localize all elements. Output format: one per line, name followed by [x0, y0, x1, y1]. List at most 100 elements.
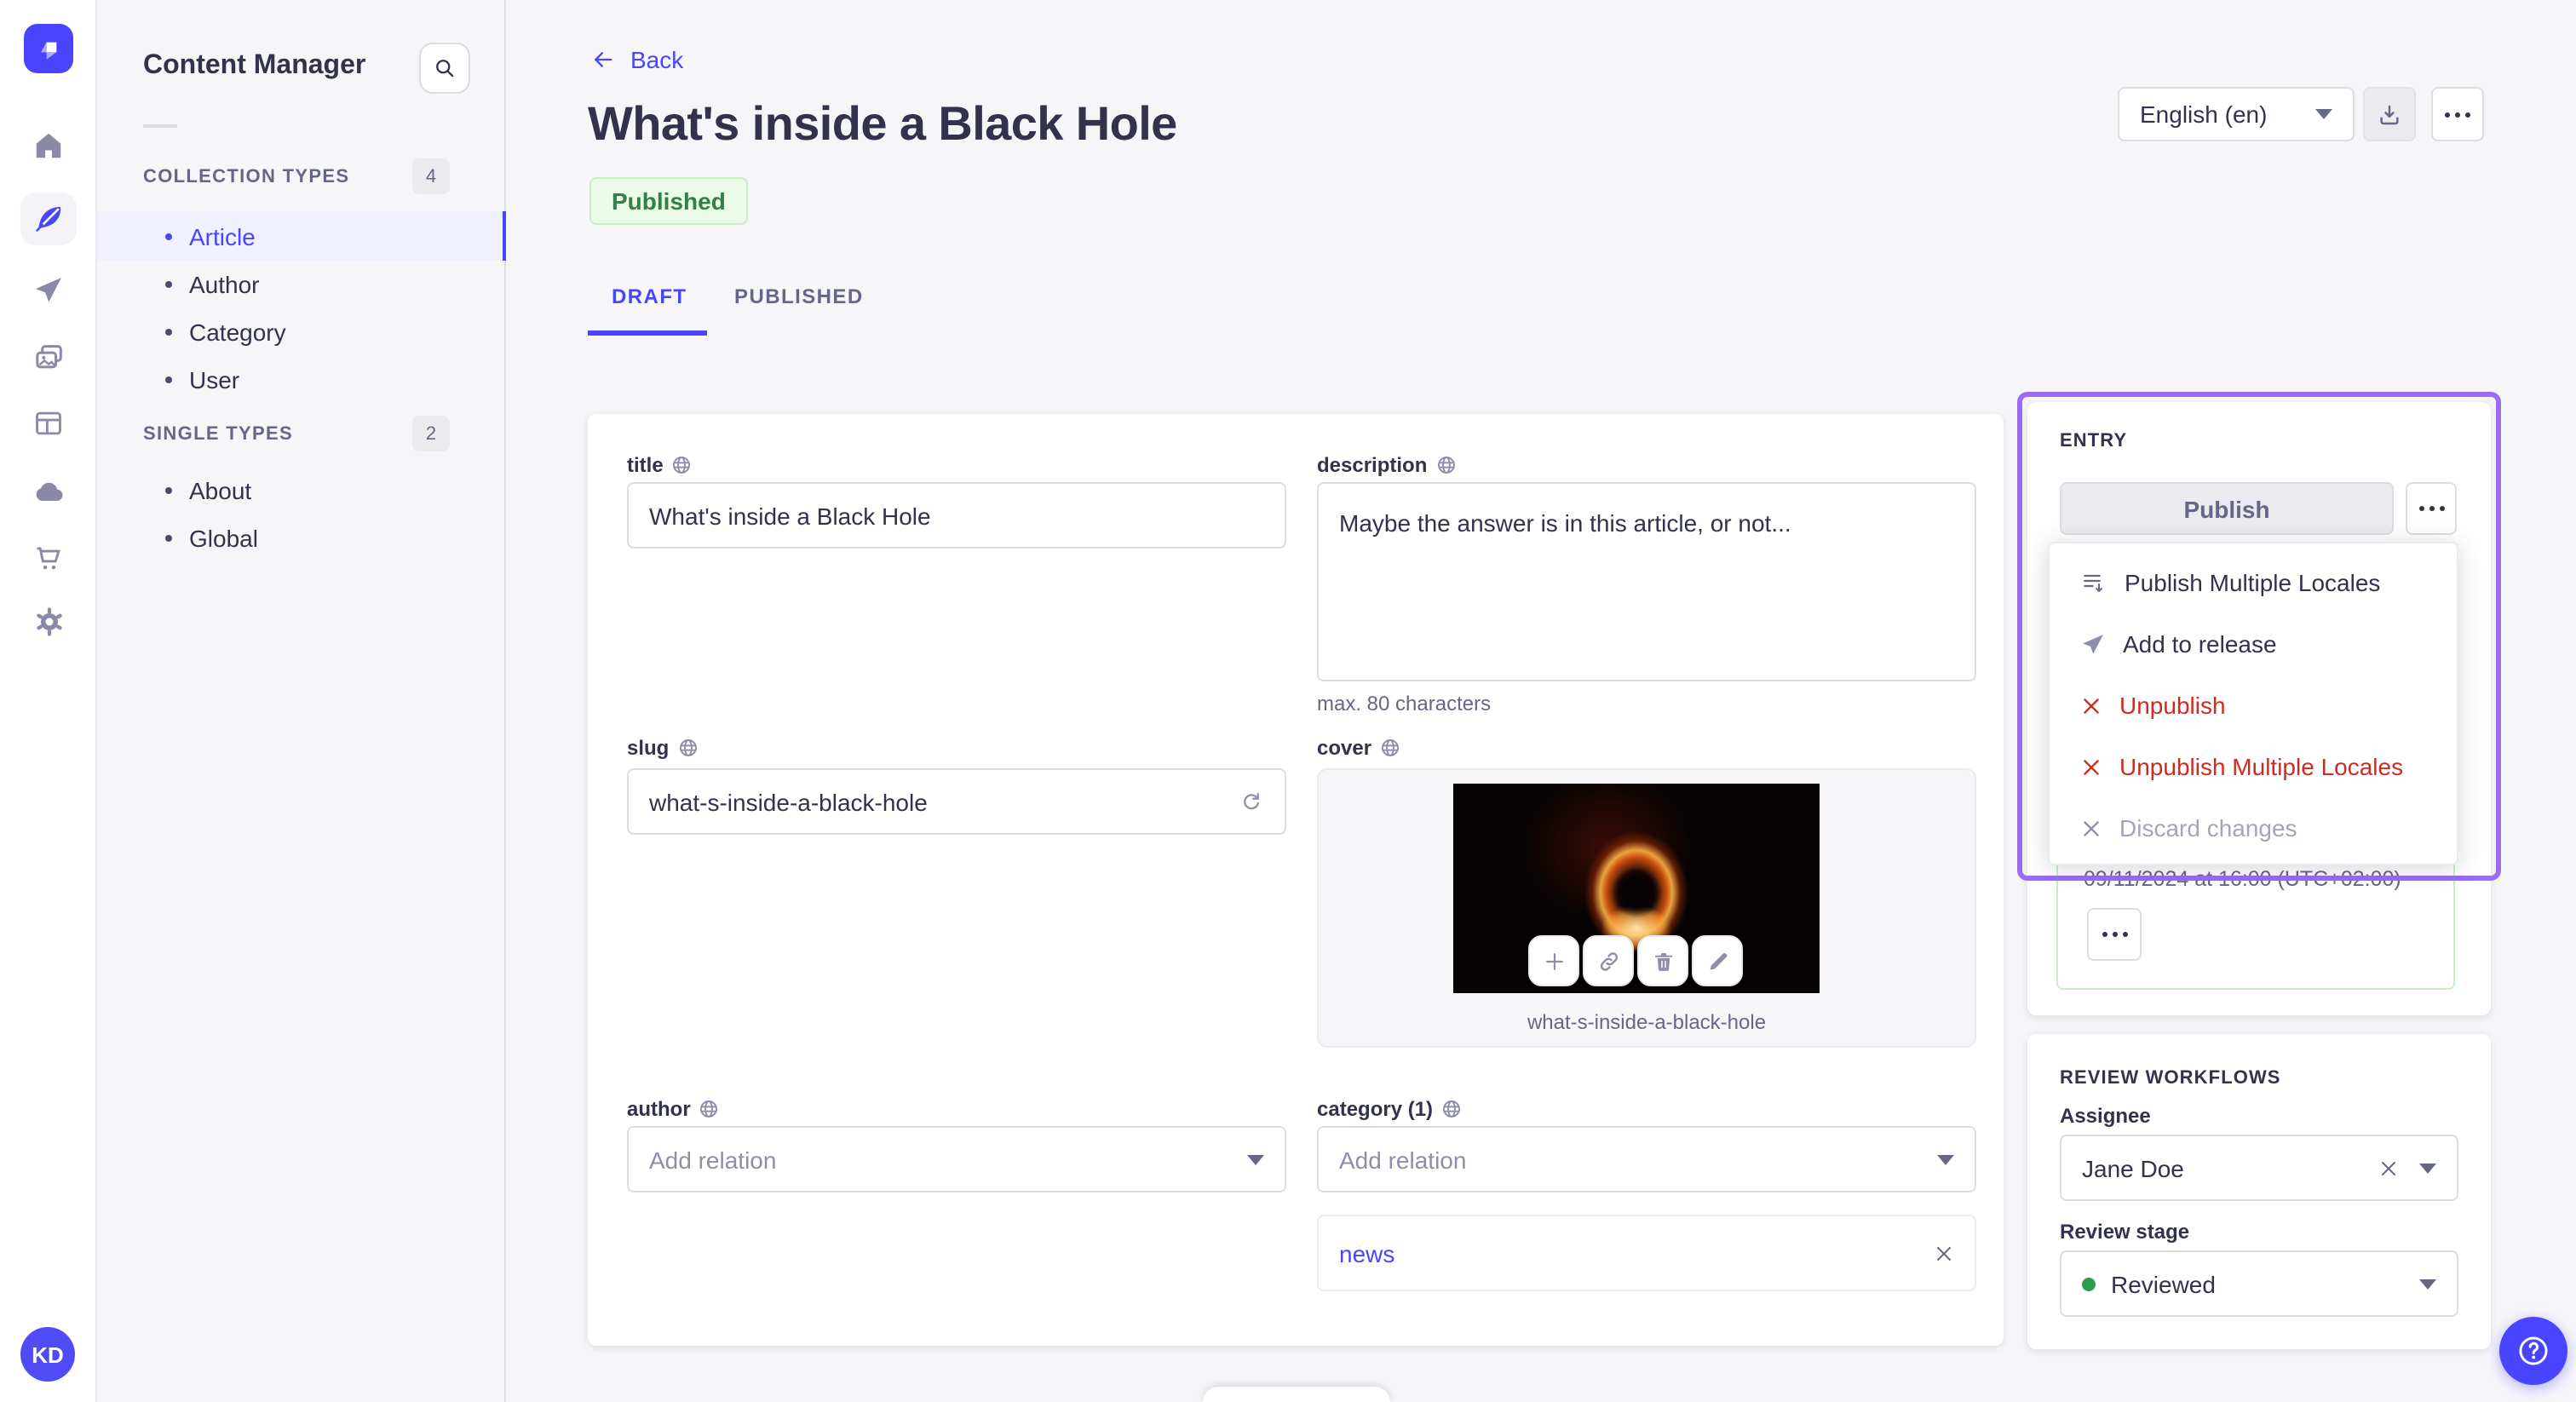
globe-icon — [1437, 457, 1455, 474]
cloud-icon[interactable] — [0, 475, 97, 509]
entry-more-button[interactable] — [2406, 482, 2457, 535]
cover-delete-button[interactable] — [1637, 935, 1688, 986]
subnav-divider — [143, 124, 177, 128]
active-tab-indicator — [588, 330, 707, 336]
stage-status-dot — [2082, 1277, 2096, 1290]
user-avatar[interactable]: KD — [20, 1327, 75, 1382]
globe-icon — [700, 1100, 718, 1118]
menu-item-publish-multiple-locales[interactable]: Publish Multiple Locales — [2050, 552, 2457, 613]
title-input-value: What's inside a Black Hole — [649, 502, 931, 529]
sidebar-item-category[interactable]: Category — [97, 307, 506, 356]
category-relation-link[interactable]: news — [1339, 1239, 1394, 1267]
stage-value: Reviewed — [2111, 1270, 2216, 1297]
locale-select[interactable]: English (en) — [2118, 87, 2355, 141]
review-workflows-heading: REVIEW WORKFLOWS — [2060, 1068, 2281, 1089]
cross-icon — [2084, 820, 2099, 836]
cover-copy-link-button[interactable] — [1583, 935, 1634, 986]
description-field-label: description — [1317, 453, 1456, 477]
cover-add-button[interactable] — [1528, 935, 1579, 986]
back-arrow-icon — [594, 52, 612, 67]
scheduled-date-text: 09/11/2024 at 16:00 (UTC+02:00) — [2084, 867, 2401, 891]
plus-icon — [1545, 952, 1562, 969]
menu-item-unpublish[interactable]: Unpublish — [2050, 675, 2457, 736]
collection-types-count: 4 — [412, 158, 450, 194]
field-label-text: description — [1317, 453, 1428, 477]
title-input[interactable]: What's inside a Black Hole — [627, 482, 1286, 549]
description-textarea[interactable]: Maybe the answer is in this article, or … — [1317, 482, 1976, 681]
sidebar-item-global[interactable]: Global — [97, 513, 506, 562]
cover-image[interactable] — [1453, 784, 1820, 993]
description-hint: max. 80 characters — [1317, 692, 1492, 715]
globe-icon — [679, 739, 697, 756]
home-icon[interactable] — [0, 129, 97, 162]
field-label-text: cover — [1317, 736, 1372, 760]
menu-item-unpublish-multiple-locales[interactable]: Unpublish Multiple Locales — [2050, 736, 2457, 797]
sidebar-item-label: User — [189, 365, 240, 393]
assignee-select[interactable]: Jane Doe — [2060, 1135, 2458, 1201]
field-label-text: title — [627, 453, 664, 477]
field-label-text: slug — [627, 736, 670, 760]
review-stage-select[interactable]: Reviewed — [2060, 1250, 2458, 1317]
pagination-pill[interactable] — [1203, 1387, 1390, 1402]
sidebar-item-user[interactable]: User — [97, 354, 506, 404]
author-field-label: author — [627, 1097, 720, 1121]
sidebar-item-label: About — [189, 476, 252, 503]
content-manager-icon[interactable] — [20, 192, 77, 245]
category-relation-select[interactable]: Add relation — [1317, 1126, 1976, 1192]
globe-icon — [1382, 739, 1400, 756]
releases-icon[interactable] — [0, 274, 97, 307]
media-library-icon[interactable] — [0, 341, 97, 375]
bullet-icon — [165, 534, 172, 541]
review-stage-label: Review stage — [2060, 1220, 2190, 1244]
single-types-count: 2 — [412, 416, 450, 451]
field-label-text: author — [627, 1097, 691, 1121]
sidebar-item-label: Author — [189, 270, 260, 297]
question-mark-icon — [2519, 1336, 2548, 1365]
clear-assignee-icon[interactable] — [2378, 1158, 2399, 1178]
tab-draft[interactable]: DRAFT — [612, 284, 687, 308]
download-button[interactable] — [2363, 87, 2416, 141]
menu-item-label: Discard changes — [2119, 814, 2297, 842]
strapi-logo[interactable] — [24, 24, 73, 73]
marketplace-cart-icon[interactable] — [0, 542, 97, 574]
sidebar-item-article[interactable]: Article — [97, 211, 506, 261]
settings-gear-icon[interactable] — [0, 605, 97, 639]
strapi-logo-icon — [40, 41, 56, 59]
strapi-admin-page: KD Content Manager COLLECTION TYPES 4 Ar… — [0, 0, 2576, 1402]
sidebar-item-label: Category — [189, 318, 286, 345]
sidebar-item-author[interactable]: Author — [97, 259, 506, 308]
menu-item-add-to-release[interactable]: Add to release — [2050, 613, 2457, 675]
menu-item-discard-changes[interactable]: Discard changes — [2050, 797, 2457, 859]
author-relation-select[interactable]: Add relation — [627, 1126, 1286, 1192]
cover-field-label: cover — [1317, 736, 1400, 760]
menu-item-label: Unpublish Multiple Locales — [2119, 753, 2404, 780]
cross-icon — [2084, 698, 2099, 713]
sidebar-item-about[interactable]: About — [97, 465, 506, 514]
slug-field-label: slug — [627, 736, 698, 760]
menu-item-label: Unpublish — [2119, 692, 2226, 719]
entry-panel-heading: ENTRY — [2060, 431, 2128, 451]
remove-relation-icon[interactable] — [1934, 1243, 1954, 1263]
paper-plane-icon — [2083, 634, 2103, 653]
description-value: Maybe the answer is in this article, or … — [1339, 509, 1791, 537]
menu-item-label: Publish Multiple Locales — [2125, 569, 2381, 596]
chevron-down-icon — [2315, 109, 2332, 119]
header-more-button[interactable] — [2431, 87, 2484, 141]
content-type-builder-icon[interactable] — [0, 407, 97, 440]
search-button[interactable] — [419, 43, 470, 94]
back-label: Back — [630, 46, 684, 73]
tab-published[interactable]: PUBLISHED — [734, 284, 864, 308]
back-link[interactable]: Back — [589, 46, 683, 73]
more-icon — [2102, 932, 2127, 937]
stage-value-wrap: Reviewed — [2082, 1270, 2216, 1297]
entry-actions-menu: Publish Multiple Locales Add to release … — [2048, 542, 2458, 865]
publish-button[interactable]: Publish — [2060, 482, 2394, 535]
sidebar-item-label: Article — [189, 222, 256, 250]
more-icon — [2445, 112, 2470, 117]
help-button[interactable] — [2499, 1317, 2567, 1385]
cover-edit-button[interactable] — [1692, 935, 1743, 986]
regenerate-icon[interactable] — [1239, 789, 1264, 814]
slug-input[interactable]: what-s-inside-a-black-hole — [627, 768, 1286, 835]
release-more-button[interactable] — [2087, 908, 2142, 961]
globe-icon — [1443, 1100, 1461, 1118]
